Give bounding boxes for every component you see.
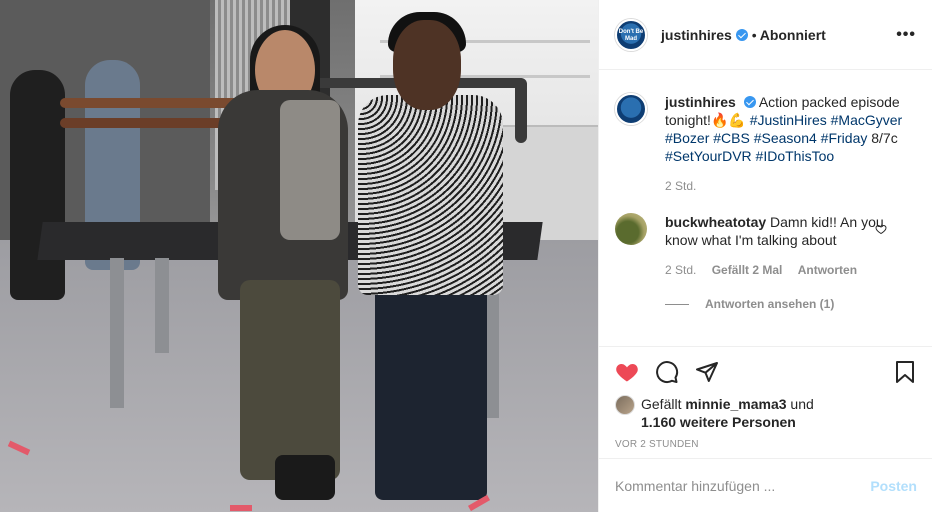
- commenter-username[interactable]: buckwheatotay: [665, 214, 766, 230]
- hashtag-macgyver[interactable]: #MacGyver: [831, 112, 903, 128]
- post-photo[interactable]: [0, 0, 598, 512]
- comment-like-heart-icon[interactable]: [875, 223, 887, 235]
- post-time-ago[interactable]: VOR 2 STUNDEN: [615, 439, 917, 450]
- post-comment-button[interactable]: Posten: [870, 478, 917, 494]
- action-icon-row: [615, 357, 917, 387]
- caption-airtime: 8/7c: [871, 130, 898, 146]
- caption-emoji: 🔥💪: [710, 112, 746, 128]
- separator-dot: •: [751, 26, 757, 43]
- hashtag-cbs[interactable]: #CBS: [713, 130, 750, 146]
- liker-username[interactable]: minnie_mama3: [685, 396, 786, 412]
- hashtag-setyourdvr[interactable]: #SetYourDVR: [665, 148, 752, 164]
- caption-username[interactable]: justinhires: [665, 94, 736, 110]
- caption-avatar[interactable]: [615, 93, 647, 125]
- share-paper-plane-icon[interactable]: [695, 360, 719, 384]
- comment-age[interactable]: 2 Std.: [665, 263, 696, 277]
- comment-meta: 2 Std. Gefällt 2 Mal Antworten: [665, 261, 887, 279]
- author-username[interactable]: justinhires: [661, 27, 732, 43]
- likes-prefix: Gefällt: [641, 396, 682, 412]
- verified-badge-icon: [735, 28, 748, 41]
- hashtag-friday[interactable]: #Friday: [821, 130, 868, 146]
- avatar-logo-text: Don't Be Mad: [618, 28, 644, 42]
- comment-input[interactable]: [615, 477, 871, 494]
- caption-body: justinhires Action packed episode tonigh…: [665, 93, 917, 195]
- commenter-avatar[interactable]: [615, 213, 647, 245]
- other-likers-link[interactable]: 1.160 weitere Personen: [641, 414, 796, 430]
- likes-text: Gefällt minnie_mama3 und 1.160 weitere P…: [641, 395, 814, 431]
- author-avatar[interactable]: Don't Be Mad: [615, 18, 647, 51]
- hashtag-justinhires[interactable]: #JustinHires: [750, 112, 827, 128]
- caption-age[interactable]: 2 Std.: [665, 179, 696, 193]
- view-replies-label: Antworten ansehen (1): [705, 297, 835, 311]
- verified-badge-icon: [743, 96, 756, 108]
- hashtag-idothistoo[interactable]: #IDoThisToo: [756, 148, 835, 164]
- liker-avatar[interactable]: [615, 395, 635, 415]
- comment-bubble-icon[interactable]: [655, 360, 679, 384]
- caption: justinhires Action packed episode tonigh…: [615, 93, 917, 195]
- hashtag-bozer[interactable]: #Bozer: [665, 130, 709, 146]
- comment-item: buckwheatotay Damn kid!! An you know wha…: [615, 213, 917, 279]
- reply-button[interactable]: Antworten: [798, 263, 857, 277]
- post-header: Don't Be Mad justinhires • Abonniert •••: [599, 0, 932, 70]
- follow-status-button[interactable]: Abonniert: [760, 27, 826, 43]
- more-options-icon[interactable]: •••: [896, 26, 916, 42]
- like-heart-icon[interactable]: [615, 360, 639, 384]
- caption-meta: 2 Std.: [665, 177, 917, 195]
- comments-list[interactable]: justinhires Action packed episode tonigh…: [599, 71, 932, 346]
- hashtag-season4[interactable]: #Season4: [754, 130, 817, 146]
- view-replies-line: [665, 303, 689, 305]
- view-replies-button[interactable]: Antworten ansehen (1): [665, 297, 917, 311]
- likes-summary: Gefällt minnie_mama3 und 1.160 weitere P…: [615, 395, 917, 431]
- post-panel: Don't Be Mad justinhires • Abonniert •••…: [598, 0, 932, 512]
- save-bookmark-icon[interactable]: [893, 360, 917, 384]
- likes-and: und: [790, 396, 814, 412]
- post-actions: Gefällt minnie_mama3 und 1.160 weitere P…: [599, 346, 932, 450]
- add-comment-bar: Posten: [599, 458, 932, 512]
- comment-like-count[interactable]: Gefällt 2 Mal: [712, 263, 783, 277]
